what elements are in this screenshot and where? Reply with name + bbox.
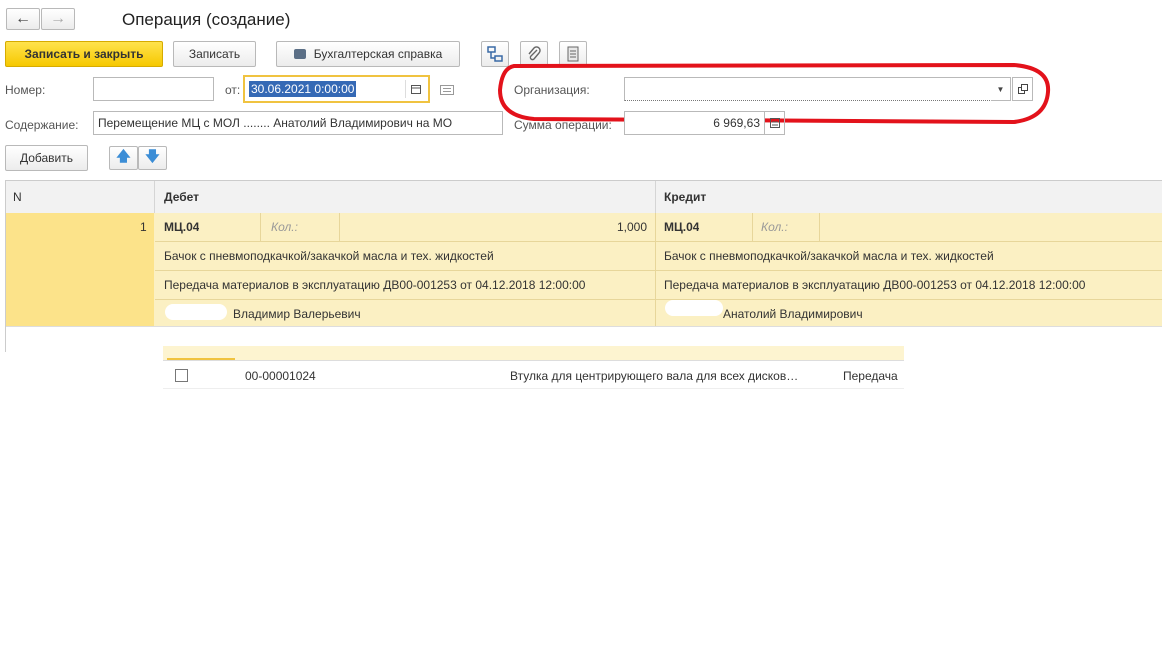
row-doc: Передача	[843, 369, 898, 383]
column-divider	[655, 213, 656, 326]
date-label: от:	[225, 83, 241, 97]
sum-calculator-icon[interactable]	[765, 111, 785, 135]
arrow-left-icon: ←	[15, 10, 31, 27]
date-field[interactable]: 30.06.2021 0:00:00	[243, 75, 430, 103]
debit-subconto-3[interactable]: Владимир Валерьевич	[233, 307, 361, 321]
date-value: 30.06.2021 0:00:00	[249, 81, 357, 97]
arrow-right-icon: →	[50, 10, 66, 27]
row-name: Втулка для центрирующего вала для всех д…	[510, 369, 799, 383]
content-label: Содержание:	[5, 118, 79, 132]
credit-subconto-3[interactable]: Анатолий Владимирович	[723, 307, 863, 321]
number-label: Номер:	[5, 83, 46, 97]
save-button[interactable]: Записать	[173, 41, 256, 67]
sum-value: 6 969,63	[713, 116, 760, 130]
move-down-button[interactable]: 🡇	[138, 146, 167, 170]
debit-account[interactable]: МЦ.04	[164, 220, 199, 234]
move-up-button[interactable]: 🡅	[109, 146, 138, 170]
column-divider	[260, 213, 261, 241]
back-button[interactable]: ←	[6, 8, 40, 30]
forward-button[interactable]: →	[41, 8, 75, 30]
debit-qty-label: Кол.:	[271, 220, 298, 234]
row-divider	[155, 299, 1162, 300]
printer-icon	[293, 49, 306, 59]
credit-subconto-1[interactable]: Бачок с пневмоподкачкой/закачкой масла и…	[664, 249, 994, 263]
debit-subconto-2[interactable]: Передача материалов в эксплуатацию ДВ00-…	[164, 278, 585, 292]
table-left-border	[5, 180, 6, 352]
row-number: 1	[140, 220, 147, 234]
arrow-up-icon: 🡅	[116, 148, 131, 164]
calendar-icon[interactable]	[405, 80, 426, 98]
print-report-label: Бухгалтерская справка	[313, 47, 443, 61]
window-title: Операция (создание)	[122, 10, 291, 29]
header-n[interactable]: N	[13, 190, 22, 204]
table-bottom-border	[5, 326, 1162, 327]
sum-field[interactable]: 6 969,63	[624, 111, 765, 135]
entries-table: N Дебет Кредит 1 МЦ.04 Кол.: 1,000 МЦ.04…	[5, 180, 1162, 352]
background-list: 00-00001024 Втулка для центрирующего вал…	[163, 346, 904, 390]
column-divider	[752, 213, 753, 241]
header-divider	[154, 181, 155, 213]
debit-subconto-1[interactable]: Бачок с пневмоподкачкой/закачкой масла и…	[164, 249, 494, 263]
row-n-cell	[5, 213, 154, 326]
sum-label: Сумма операции:	[514, 118, 612, 132]
row-code: 00-00001024	[245, 369, 316, 383]
row-divider	[155, 270, 1162, 271]
table-header: N Дебет Кредит	[5, 180, 1162, 214]
background-list-row[interactable]: 00-00001024 Втулка для центрирующего вал…	[163, 363, 904, 389]
row-checkbox[interactable]	[175, 369, 188, 382]
number-field[interactable]	[93, 77, 214, 101]
column-divider	[819, 213, 820, 241]
redaction-mark	[165, 304, 227, 320]
table-row[interactable]: 1 МЦ.04 Кол.: 1,000 МЦ.04 Кол.: Бачок с …	[5, 213, 1162, 326]
credit-account[interactable]: МЦ.04	[664, 220, 699, 234]
debit-qty-value[interactable]: 1,000	[565, 220, 647, 234]
history-icon[interactable]	[440, 84, 454, 95]
content-field[interactable]: Перемещение МЦ с МОЛ ........ Анатолий В…	[93, 111, 503, 135]
credit-qty-label: Кол.:	[761, 220, 788, 234]
column-divider	[339, 213, 340, 241]
arrow-down-icon: 🡇	[145, 148, 160, 164]
credit-subconto-2[interactable]: Передача материалов в эксплуатацию ДВ00-…	[664, 278, 1085, 292]
header-divider	[655, 181, 656, 213]
row-divider	[155, 241, 1162, 242]
redaction-mark	[665, 300, 723, 316]
save-close-button[interactable]: Записать и закрыть	[5, 41, 163, 67]
print-report-button[interactable]: Бухгалтерская справка	[276, 41, 460, 67]
header-credit[interactable]: Кредит	[664, 190, 706, 204]
add-row-button[interactable]: Добавить	[5, 145, 88, 171]
header-debit[interactable]: Дебет	[164, 190, 199, 204]
